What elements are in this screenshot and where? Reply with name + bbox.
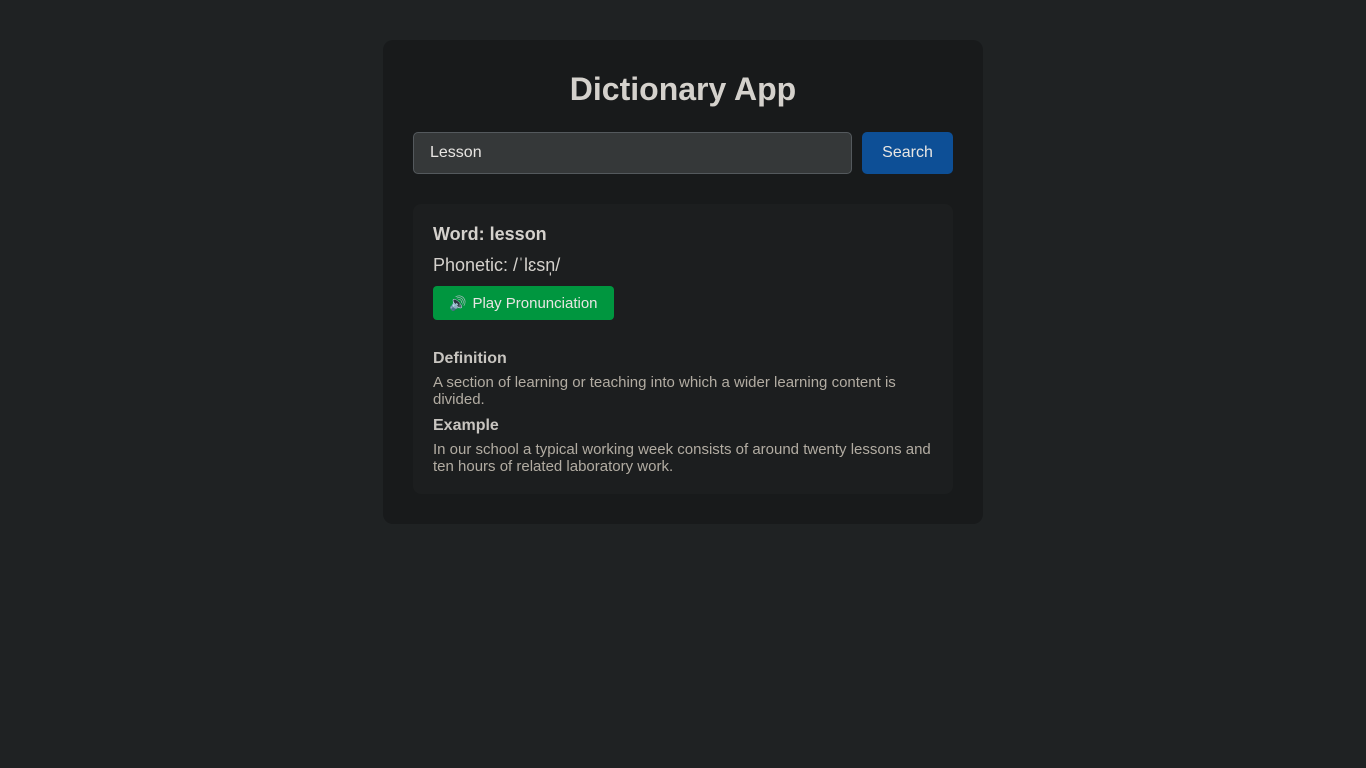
- phonetic-text: Phonetic: /ˈlɛsn̩/: [433, 255, 561, 275]
- play-pronunciation-label: Play Pronunciation: [472, 294, 598, 312]
- result-panel: Word: lesson Phonetic: /ˈlɛsn̩/ 🔊 Play P…: [413, 204, 953, 494]
- definition-text: A section of learning or teaching into w…: [433, 374, 896, 408]
- dictionary-card: Dictionary App Search Word: lesson Phone…: [383, 40, 983, 524]
- definition-heading: Definition: [433, 350, 507, 367]
- search-bar: Search: [413, 132, 953, 174]
- app-title: Dictionary App: [569, 71, 797, 107]
- play-pronunciation-button[interactable]: 🔊 Play Pronunciation: [433, 286, 614, 320]
- example-text: In our school a typical working week con…: [433, 441, 931, 475]
- search-button[interactable]: Search: [862, 132, 953, 174]
- word-title: Word: lesson: [433, 224, 547, 244]
- example-heading: Example: [433, 417, 499, 434]
- speaker-icon: 🔊: [449, 294, 467, 311]
- search-input[interactable]: [413, 132, 852, 174]
